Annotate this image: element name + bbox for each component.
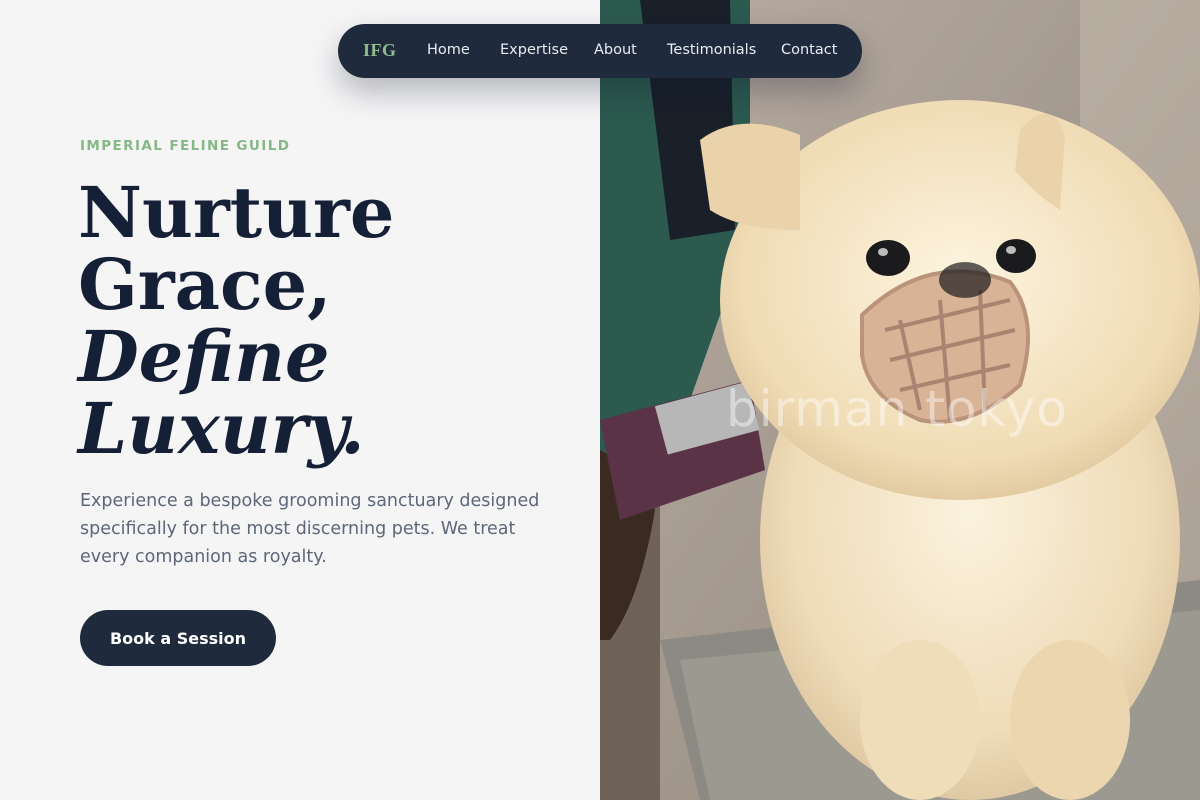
- hero-description: Experience a bespoke grooming sanctuary …: [80, 491, 540, 567]
- top-navigation: IFG Home Expertise About Testimonials Co…: [338, 24, 862, 78]
- headline-line-1: Nurture: [78, 171, 395, 254]
- logo[interactable]: IFG: [363, 40, 397, 61]
- headline-line-2: Grace,: [78, 243, 332, 326]
- book-session-button[interactable]: Book a Session: [80, 610, 276, 666]
- headline-line-4: Luxury.: [78, 387, 365, 470]
- image-watermark: birman tokyo: [726, 380, 1068, 438]
- nav-link-testimonials[interactable]: Testimonials: [667, 42, 756, 58]
- nav-link-expertise[interactable]: Expertise: [500, 42, 568, 58]
- hero-image: birman tokyo: [600, 0, 1200, 800]
- nav-link-contact[interactable]: Contact: [781, 42, 837, 58]
- brand-eyebrow: IMPERIAL FELINE GUILD: [80, 138, 291, 154]
- headline-line-3: Define: [78, 315, 330, 398]
- nav-link-home[interactable]: Home: [427, 42, 470, 58]
- hero-headline: Nurture Grace, Define Luxury.: [78, 177, 394, 465]
- nav-link-about[interactable]: About: [594, 42, 637, 58]
- hero-section: IMPERIAL FELINE GUILD Nurture Grace, Def…: [0, 0, 600, 800]
